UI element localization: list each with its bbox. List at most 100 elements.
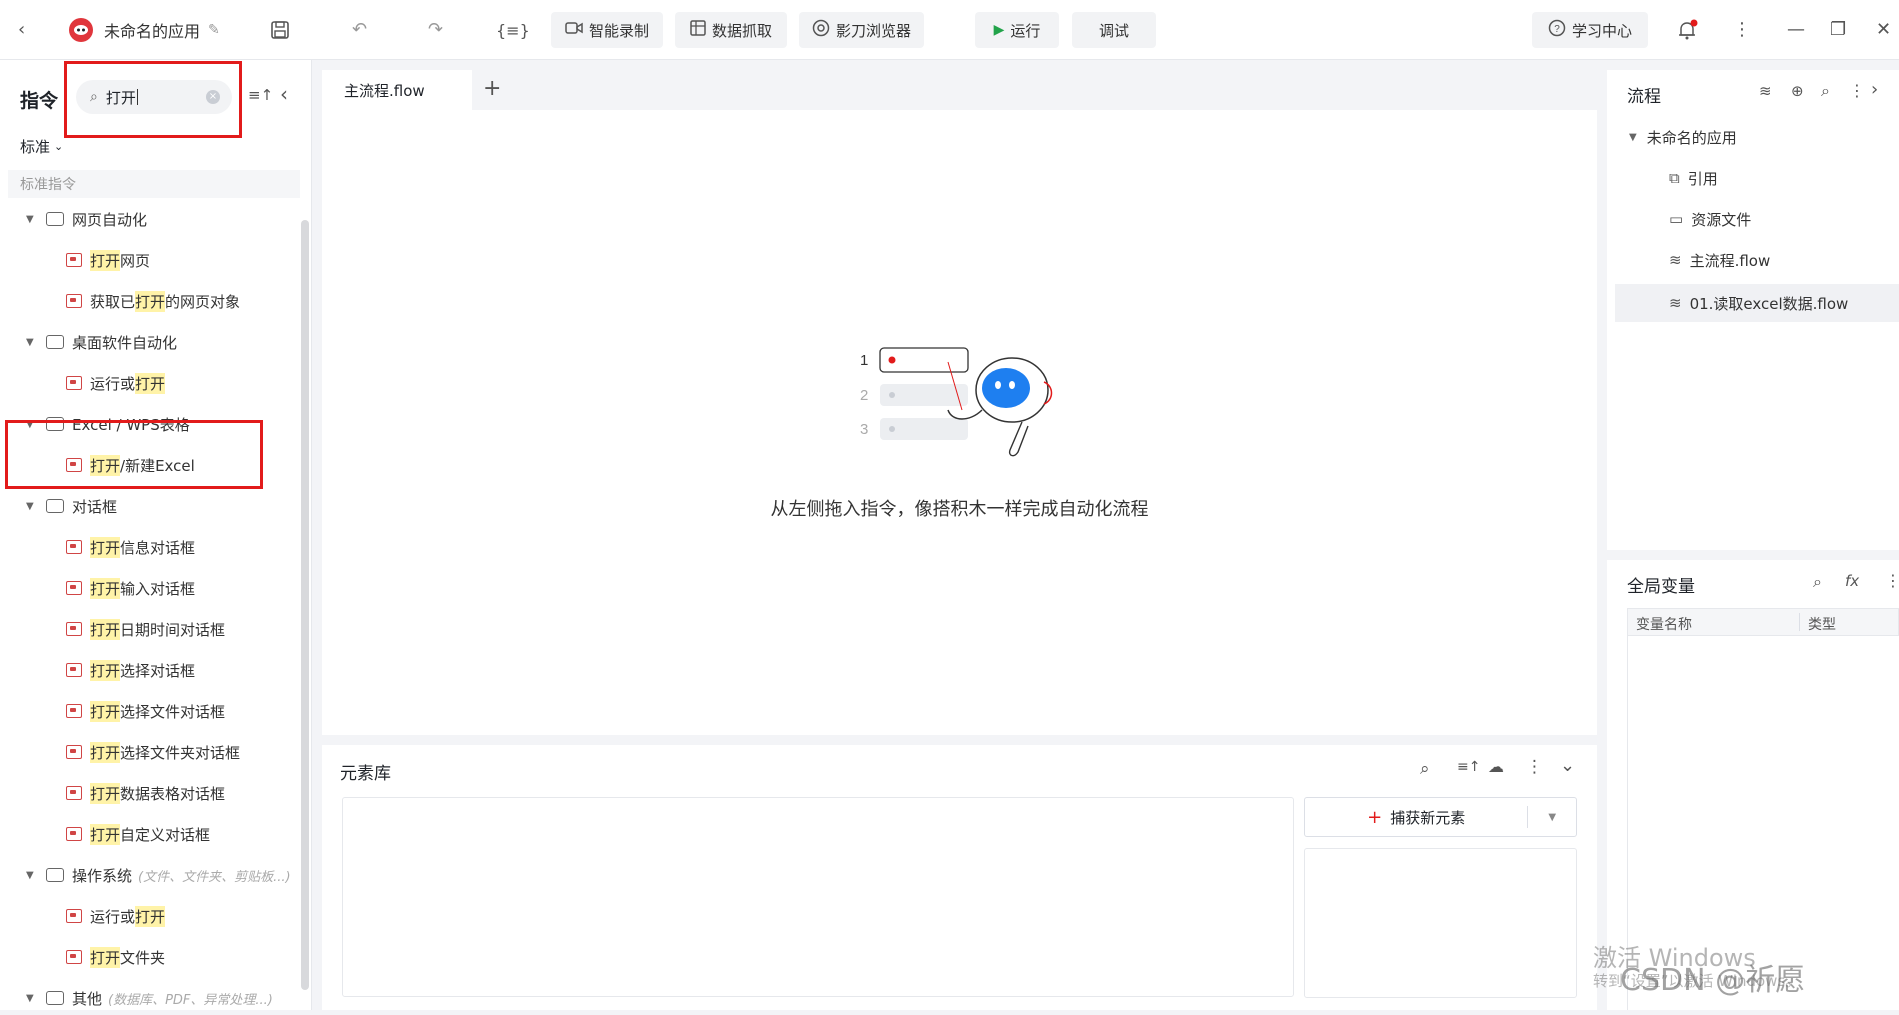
category-row[interactable]: ▼ 对话框 bbox=[0, 489, 300, 523]
save-icon[interactable] bbox=[270, 0, 290, 60]
tab-main-flow[interactable]: 主流程.flow bbox=[322, 70, 472, 110]
instruction-item[interactable]: 打开 输入对话框 bbox=[0, 571, 300, 605]
annotation-box-search bbox=[64, 61, 242, 138]
more-vertical-icon[interactable]: ⋮ bbox=[1733, 0, 1751, 60]
upload-cloud-icon[interactable]: ☁ bbox=[1488, 757, 1504, 776]
chevron-down-icon: ⌄ bbox=[54, 140, 64, 153]
category-label: 对话框 bbox=[72, 497, 118, 516]
search-highlight: 打开 bbox=[90, 536, 121, 558]
instruction-item[interactable]: 运行或 打开 bbox=[0, 366, 300, 400]
close-icon[interactable]: ✕ bbox=[1876, 0, 1891, 60]
category-icon bbox=[46, 868, 64, 882]
instruction-item[interactable]: 获取已 打开 的网页对象 bbox=[0, 284, 300, 318]
illustration-number-2: 2 bbox=[860, 387, 868, 404]
sort-icon[interactable]: ≡↑ bbox=[1457, 759, 1480, 775]
panel-title: 指令 bbox=[20, 90, 59, 112]
folder-icon: ▭ bbox=[1669, 210, 1684, 228]
search-highlight: 打开 bbox=[90, 249, 121, 271]
search-icon[interactable]: ⌕ bbox=[1821, 81, 1830, 101]
undo-icon[interactable]: ↶ bbox=[352, 0, 367, 60]
flow-tree-item-read-excel[interactable]: ≋ 01.读取excel数据.flow bbox=[1615, 284, 1899, 322]
instruction-panel: 指令 ⌕ 打开 × ≡↑ ‹ 标准 ⌄ 标准指令 ▼ 网页自动化 打开 网页 获取已 打开… bbox=[0, 60, 312, 1010]
flow-tree-item-reference[interactable]: ⧉ 引用 bbox=[1669, 161, 1718, 195]
element-library-title: 元素库 bbox=[340, 764, 391, 784]
instruction-item[interactable]: 打开 信息对话框 bbox=[0, 530, 300, 564]
flow-tree-item-resources[interactable]: ▭ 资源文件 bbox=[1669, 202, 1751, 236]
scrollbar[interactable] bbox=[301, 220, 309, 990]
category-label: 网页自动化 bbox=[72, 210, 148, 229]
category-icon bbox=[46, 212, 64, 226]
instruction-icon bbox=[66, 540, 82, 554]
edit-name-icon[interactable]: ✎ bbox=[208, 0, 220, 60]
function-icon[interactable]: fx bbox=[1845, 572, 1859, 590]
instruction-icon bbox=[66, 376, 82, 390]
instruction-item[interactable]: 打开 数据表格对话框 bbox=[0, 776, 300, 810]
caret-down-icon: ▼ bbox=[26, 992, 34, 1004]
instruction-item[interactable]: 打开 文件夹 bbox=[0, 940, 300, 974]
instruction-item[interactable]: 打开 选择对话框 bbox=[0, 653, 300, 687]
search-highlight: 打开 bbox=[135, 905, 166, 927]
flow-editor-canvas[interactable]: 1 2 3 从左侧拖入指令，像搭积木一样完成自动化流程 bbox=[322, 110, 1597, 735]
category-row[interactable]: ▼ 操作系统 (文件、文件夹、剪贴板...) bbox=[0, 858, 300, 892]
data-capture-button[interactable]: 数据抓取 bbox=[675, 12, 787, 48]
more-vertical-icon[interactable]: ⋮ bbox=[1526, 757, 1543, 777]
sort-icon[interactable]: ≡↑ bbox=[248, 86, 273, 104]
browser-button[interactable]: 影刀浏览器 bbox=[799, 12, 924, 48]
instruction-item[interactable]: 运行或 打开 bbox=[0, 899, 300, 933]
variable-braces-icon[interactable]: {≡} bbox=[496, 0, 530, 60]
layers-icon: ≋ bbox=[1669, 251, 1682, 269]
table-icon bbox=[690, 20, 706, 40]
category-row[interactable]: ▼ 桌面软件自动化 bbox=[0, 325, 300, 359]
instruction-item[interactable]: 打开 选择文件对话框 bbox=[0, 694, 300, 728]
debug-button[interactable]: 调试 bbox=[1072, 12, 1156, 48]
redo-icon[interactable]: ↷ bbox=[428, 0, 443, 60]
app-name: 未命名的应用 bbox=[104, 22, 201, 41]
category-label: 桌面软件自动化 bbox=[72, 333, 178, 352]
caret-down-icon: ▼ bbox=[26, 213, 34, 225]
illustration-number-3: 3 bbox=[860, 421, 868, 438]
instruction-item[interactable]: 打开 网页 bbox=[0, 243, 300, 277]
flow-tree-item-main[interactable]: ≋ 主流程.flow bbox=[1669, 243, 1770, 277]
chevron-down-icon[interactable]: ⌄ bbox=[1560, 755, 1575, 776]
search-icon[interactable]: ⌕ bbox=[1813, 572, 1822, 592]
instruction-item[interactable]: 打开 选择文件夹对话框 bbox=[0, 735, 300, 769]
category-hint: (数据库、PDF、异常处理...) bbox=[108, 992, 273, 1008]
smart-record-button[interactable]: 智能录制 bbox=[551, 12, 663, 48]
bell-icon[interactable] bbox=[1676, 0, 1698, 60]
instruction-item[interactable]: 打开 日期时间对话框 bbox=[0, 612, 300, 646]
learn-center-button[interactable]: ? 学习中心 bbox=[1532, 12, 1648, 48]
category-icon bbox=[46, 499, 64, 513]
flow-panel-title: 流程 bbox=[1627, 87, 1661, 107]
plus-icon: + bbox=[1367, 806, 1383, 828]
run-button[interactable]: ▶ 运行 bbox=[975, 12, 1059, 48]
search-highlight: 打开 bbox=[90, 946, 121, 968]
annotation-box-excel bbox=[5, 420, 263, 489]
section-header: 标准指令 bbox=[8, 170, 300, 198]
search-highlight: 打开 bbox=[90, 659, 121, 681]
instruction-icon bbox=[66, 253, 82, 267]
add-module-icon[interactable]: ⊕ bbox=[1791, 82, 1804, 100]
illustration-number-1: 1 bbox=[860, 352, 868, 369]
new-flow-icon[interactable]: ≋ bbox=[1759, 82, 1772, 100]
caret-down-icon: ▼ bbox=[26, 500, 34, 512]
instruction-icon bbox=[66, 704, 82, 718]
restore-icon[interactable]: ❐ bbox=[1830, 0, 1846, 60]
caret-down-icon[interactable]: ▼ bbox=[1528, 812, 1576, 823]
instruction-icon bbox=[66, 294, 82, 308]
instruction-icon bbox=[66, 786, 82, 800]
collapse-panel-icon[interactable]: ‹ bbox=[280, 82, 288, 106]
flow-tree-root[interactable]: ▼ 未命名的应用 bbox=[1629, 120, 1737, 154]
more-vertical-icon[interactable]: ⋮ bbox=[1849, 81, 1865, 100]
search-icon[interactable]: ⌕ bbox=[1420, 759, 1430, 779]
capture-element-button[interactable]: + 捕获新元素 ▼ bbox=[1304, 797, 1577, 837]
collapse-icon[interactable]: › bbox=[1871, 79, 1878, 100]
filter-dropdown[interactable]: 标准 ⌄ bbox=[20, 136, 63, 157]
empty-hint-text: 从左侧拖入指令，像搭积木一样完成自动化流程 bbox=[770, 499, 1149, 520]
category-row[interactable]: ▼ 网页自动化 bbox=[0, 202, 300, 236]
more-vertical-icon[interactable]: ⋮ bbox=[1885, 571, 1899, 590]
back-icon[interactable]: ‹ bbox=[18, 0, 25, 60]
add-tab-icon[interactable]: + bbox=[483, 76, 501, 101]
minimize-icon[interactable]: — bbox=[1787, 0, 1805, 60]
instruction-item[interactable]: 打开 自定义对话框 bbox=[0, 817, 300, 851]
help-icon: ? bbox=[1548, 19, 1566, 41]
